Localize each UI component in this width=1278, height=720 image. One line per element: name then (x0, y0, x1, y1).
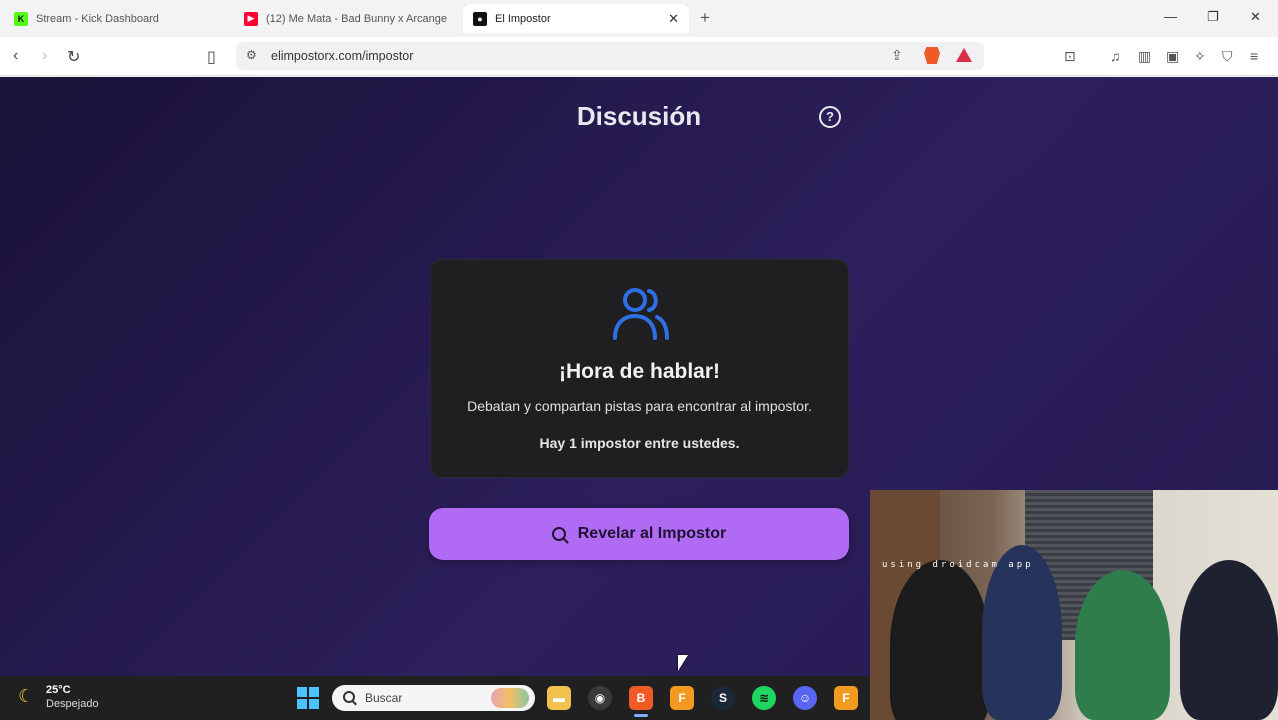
taskbar-search[interactable]: Buscar (332, 685, 535, 711)
taskbar-search-placeholder: Buscar (365, 691, 403, 705)
discord-icon[interactable]: ☺ (793, 686, 817, 710)
close-tab-icon[interactable]: ✕ (668, 11, 679, 27)
webcam-overlay-text: using droidcam app (882, 560, 1034, 570)
brave-shields-icon[interactable] (924, 47, 940, 64)
bookmark-icon[interactable]: ▯ (207, 47, 216, 67)
menu-icon[interactable]: ≡ (1250, 48, 1258, 64)
moon-icon[interactable]: ☾ (18, 686, 34, 707)
minimize-icon[interactable]: — (1164, 9, 1177, 24)
tab-kick-dashboard[interactable]: K Stream - Kick Dashboard (4, 4, 232, 33)
leo-ai-icon[interactable]: ✧ (1194, 48, 1206, 65)
obs-icon[interactable]: ◉ (588, 686, 612, 710)
search-highlight-icon (491, 688, 529, 708)
weather-temperature[interactable]: 25°C (46, 684, 71, 696)
windows-taskbar: ☾ 25°C Despejado Buscar ▬ ◉ B F S ≋ ☺ F (0, 676, 870, 720)
brave-icon[interactable]: B (629, 686, 653, 710)
tab-label: Stream - Kick Dashboard (36, 12, 159, 25)
media-icon[interactable]: ♫ (1110, 48, 1121, 64)
close-window-icon[interactable]: ✕ (1250, 9, 1261, 25)
question-circle-icon[interactable]: ? (819, 106, 841, 128)
url-text[interactable]: elimpostorx.com/impostor (271, 49, 413, 63)
address-bar[interactable]: ⚙ elimpostorx.com/impostor ⇪ (236, 42, 984, 70)
impostor-count-text: Hay 1 impostor entre ustedes. (539, 435, 740, 451)
reader-icon[interactable]: ⊡ (1064, 48, 1076, 65)
wallet-icon[interactable]: ▣ (1166, 48, 1179, 65)
webcam-person (1180, 560, 1278, 720)
windows-start-icon[interactable] (297, 687, 319, 709)
webcam-person (890, 560, 990, 720)
weather-description[interactable]: Despejado (46, 698, 99, 710)
fl-studio-icon[interactable]: F (834, 686, 858, 710)
search-icon (551, 527, 566, 541)
webcam-person (982, 545, 1062, 720)
file-explorer-icon[interactable]: ▬ (547, 686, 571, 710)
forward-icon[interactable]: › (42, 47, 47, 65)
discussion-card: ¡Hora de hablar! Debatan y compartan pis… (430, 259, 849, 478)
share-icon[interactable]: ⇪ (891, 47, 903, 64)
impostor-icon: ● (473, 11, 487, 26)
fl-studio-icon[interactable]: F (670, 686, 694, 710)
active-app-indicator (634, 714, 648, 717)
sidebar-icon[interactable]: ▥ (1138, 48, 1151, 65)
new-tab-icon[interactable]: + (700, 8, 710, 28)
card-heading: ¡Hora de hablar! (558, 360, 721, 383)
webcam-overlay: using droidcam app (870, 490, 1278, 720)
spotify-icon[interactable]: ≋ (752, 686, 776, 710)
users-icon (613, 288, 669, 340)
tab-label: (12) Me Mata - Bad Bunny x Arcange (266, 12, 447, 25)
brave-rewards-icon[interactable] (956, 48, 972, 62)
youtube-icon: ▶ (244, 11, 258, 26)
mouse-cursor (678, 655, 688, 671)
page-title: Discusión (576, 101, 702, 131)
tab-youtube[interactable]: ▶ (12) Me Mata - Bad Bunny x Arcange (234, 4, 460, 33)
card-description: Debatan y compartan pistas para encontra… (467, 398, 812, 414)
browser-tab-strip: K Stream - Kick Dashboard ▶ (12) Me Mata… (0, 0, 1278, 37)
steam-icon[interactable]: S (711, 686, 735, 710)
back-icon[interactable]: ‹ (13, 47, 18, 65)
search-icon (343, 691, 355, 703)
webcam-person (1075, 570, 1170, 720)
reveal-button-label: Revelar al Impostor (577, 525, 727, 542)
kick-icon: K (14, 11, 28, 26)
tab-el-impostor[interactable]: ● El Impostor ✕ (463, 4, 689, 33)
tab-label: El Impostor (495, 12, 551, 25)
reveal-impostor-button[interactable]: Revelar al Impostor (429, 508, 849, 560)
reload-icon[interactable]: ↻ (67, 47, 80, 67)
vpn-icon[interactable]: ⛉ (1222, 48, 1233, 65)
restore-icon[interactable]: ❐ (1207, 9, 1219, 25)
site-settings-icon[interactable]: ⚙ (246, 48, 257, 62)
browser-toolbar: ‹ › ↻ ▯ ⚙ elimpostorx.com/impostor ⇪ ⊡ ♫… (0, 37, 1278, 76)
